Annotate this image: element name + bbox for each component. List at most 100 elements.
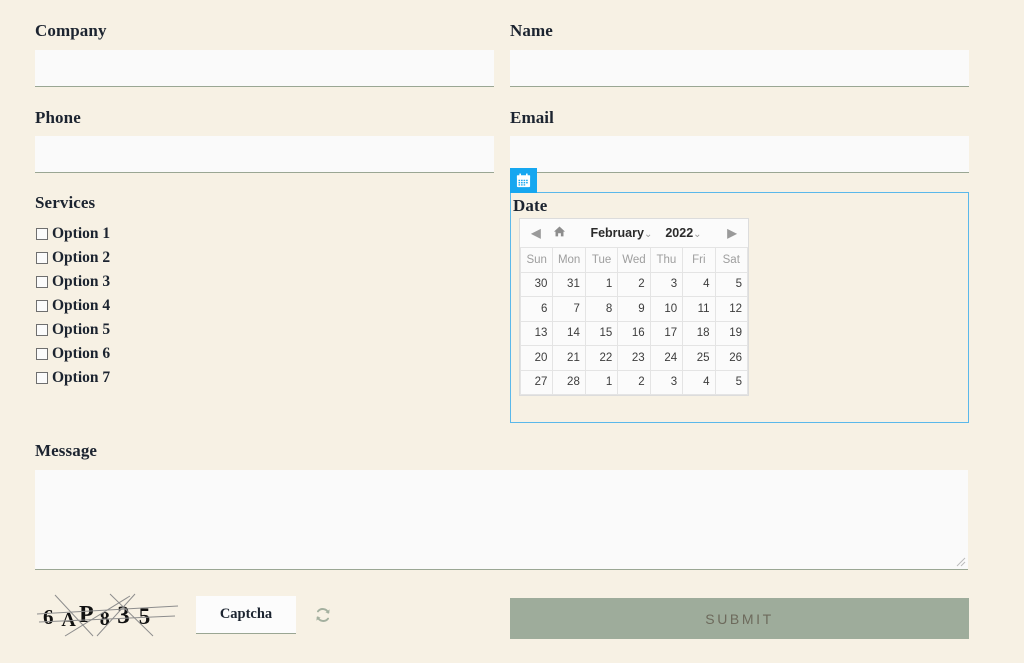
chevron-down-icon: ⌄ [644,229,652,240]
calendar-day-cell[interactable]: 20 [521,346,553,371]
calendar-toggle-button[interactable] [510,168,537,193]
calendar-day-cell[interactable]: 27 [521,370,553,395]
calendar-day-cell[interactable]: 15 [585,321,617,346]
phone-input[interactable] [35,136,494,173]
calendar-days-body: 3031123456789101112131415161718192021222… [521,272,748,395]
calendar-day-cell[interactable]: 31 [553,272,585,297]
calendar-grid: SunMonTueWedThuFriSat 303112345678910111… [520,247,748,395]
calendar-day-cell[interactable]: 25 [683,346,715,371]
service-option-label: Option 7 [52,370,110,386]
calendar-widget: ◀ February⌄ 2022⌄ ▶ SunMonTueWedTh [519,218,749,396]
submit-button[interactable]: SUBMIT [510,598,969,639]
calendar-day-cell[interactable]: 19 [715,321,747,346]
email-input[interactable] [510,136,969,173]
calendar-day-cell[interactable]: 11 [683,297,715,322]
captcha-char: P [79,602,94,628]
calendar-weekday: Thu [650,248,682,273]
calendar-day-cell[interactable]: 3 [650,370,682,395]
calendar-day-cell[interactable]: 24 [650,346,682,371]
captcha-image: 6AP835 [35,592,180,638]
label-services: Services [35,194,494,213]
calendar-day-cell[interactable]: 23 [618,346,650,371]
services-checkbox-list: Option 1 Option 2 Option 3 Option 4 Option 5… [35,222,494,390]
service-option-2[interactable]: Option 2 [35,246,494,270]
calendar-day-cell[interactable]: 28 [553,370,585,395]
field-services: Services Option 1Option 2Option 3Option … [35,194,494,390]
form-left-column: Company Phone Services Option 1Option 2O… [35,0,494,390]
label-company: Company [35,22,494,41]
calendar-day-cell[interactable]: 4 [683,370,715,395]
calendar-day-cell[interactable]: 22 [585,346,617,371]
checkbox-icon[interactable] [36,348,48,360]
field-phone: Phone [35,109,494,174]
calendar-day-cell[interactable]: 4 [683,272,715,297]
calendar-day-cell[interactable]: 21 [553,346,585,371]
company-input[interactable] [35,50,494,87]
calendar-next-button[interactable]: ▶ [722,226,742,240]
calendar-day-cell[interactable]: 1 [585,272,617,297]
calendar-day-cell[interactable]: 5 [715,370,747,395]
calendar-day-cell[interactable]: 30 [521,272,553,297]
service-option-4[interactable]: Option 4 [35,294,494,318]
label-name: Name [510,22,969,41]
checkbox-icon[interactable] [36,372,48,384]
service-option-6[interactable]: Option 6 [35,342,494,366]
service-option-label: Option 1 [52,226,110,242]
calendar-day-cell[interactable]: 9 [618,297,650,322]
field-message: Message [35,442,968,570]
field-company: Company [35,0,494,87]
service-option-label: Option 3 [52,274,110,290]
calendar-day-cell[interactable]: 12 [715,297,747,322]
checkbox-icon[interactable] [36,228,48,240]
calendar-weekday: Sat [715,248,747,273]
calendar-week-row: 20212223242526 [521,346,748,371]
checkbox-icon[interactable] [36,252,48,264]
calendar-day-cell[interactable]: 2 [618,370,650,395]
calendar-day-cell[interactable]: 1 [585,370,617,395]
field-name: Name [510,0,969,87]
calendar-day-cell[interactable]: 18 [683,321,715,346]
service-option-3[interactable]: Option 3 [35,270,494,294]
calendar-day-cell[interactable]: 14 [553,321,585,346]
home-icon[interactable] [548,225,570,241]
captcha-refresh-button[interactable] [312,604,334,626]
checkbox-icon[interactable] [36,324,48,336]
calendar-weekday: Tue [585,248,617,273]
service-option-label: Option 5 [52,322,110,338]
calendar-month-select[interactable]: February⌄ [590,226,652,240]
calendar-year-select[interactable]: 2022⌄ [665,226,701,240]
message-textarea[interactable] [35,470,968,570]
calendar-weekday: Wed [618,248,650,273]
calendar-day-cell[interactable]: 26 [715,346,747,371]
checkbox-icon[interactable] [36,300,48,312]
calendar-day-cell[interactable]: 16 [618,321,650,346]
label-phone: Phone [35,109,494,128]
service-option-label: Option 6 [52,346,110,362]
service-option-1[interactable]: Option 1 [35,222,494,246]
chevron-down-icon: ⌄ [693,229,701,240]
calendar-month-label: February [590,226,644,240]
service-option-5[interactable]: Option 5 [35,318,494,342]
calendar-day-cell[interactable]: 3 [650,272,682,297]
calendar-day-cell[interactable]: 13 [521,321,553,346]
calendar-day-cell[interactable]: 10 [650,297,682,322]
calendar-day-cell[interactable]: 8 [585,297,617,322]
captcha-char: 6 [43,605,54,629]
service-option-7[interactable]: Option 7 [35,366,494,390]
calendar-week-row: 272812345 [521,370,748,395]
calendar-prev-button[interactable]: ◀ [526,226,546,240]
calendar-day-cell[interactable]: 2 [618,272,650,297]
captcha-input[interactable] [196,596,296,634]
calendar-day-cell[interactable]: 7 [553,297,585,322]
service-option-label: Option 2 [52,250,110,266]
calendar-day-cell[interactable]: 17 [650,321,682,346]
checkbox-icon[interactable] [36,276,48,288]
name-input[interactable] [510,50,969,87]
captcha-code-image: 6AP835 [35,592,180,638]
calendar-day-cell[interactable]: 6 [521,297,553,322]
contact-form-page: Company Phone Services Option 1Option 2O… [0,0,1024,663]
label-email: Email [510,109,969,128]
calendar-weekday: Fri [683,248,715,273]
calendar-day-cell[interactable]: 5 [715,272,747,297]
service-option-label: Option 4 [52,298,110,314]
